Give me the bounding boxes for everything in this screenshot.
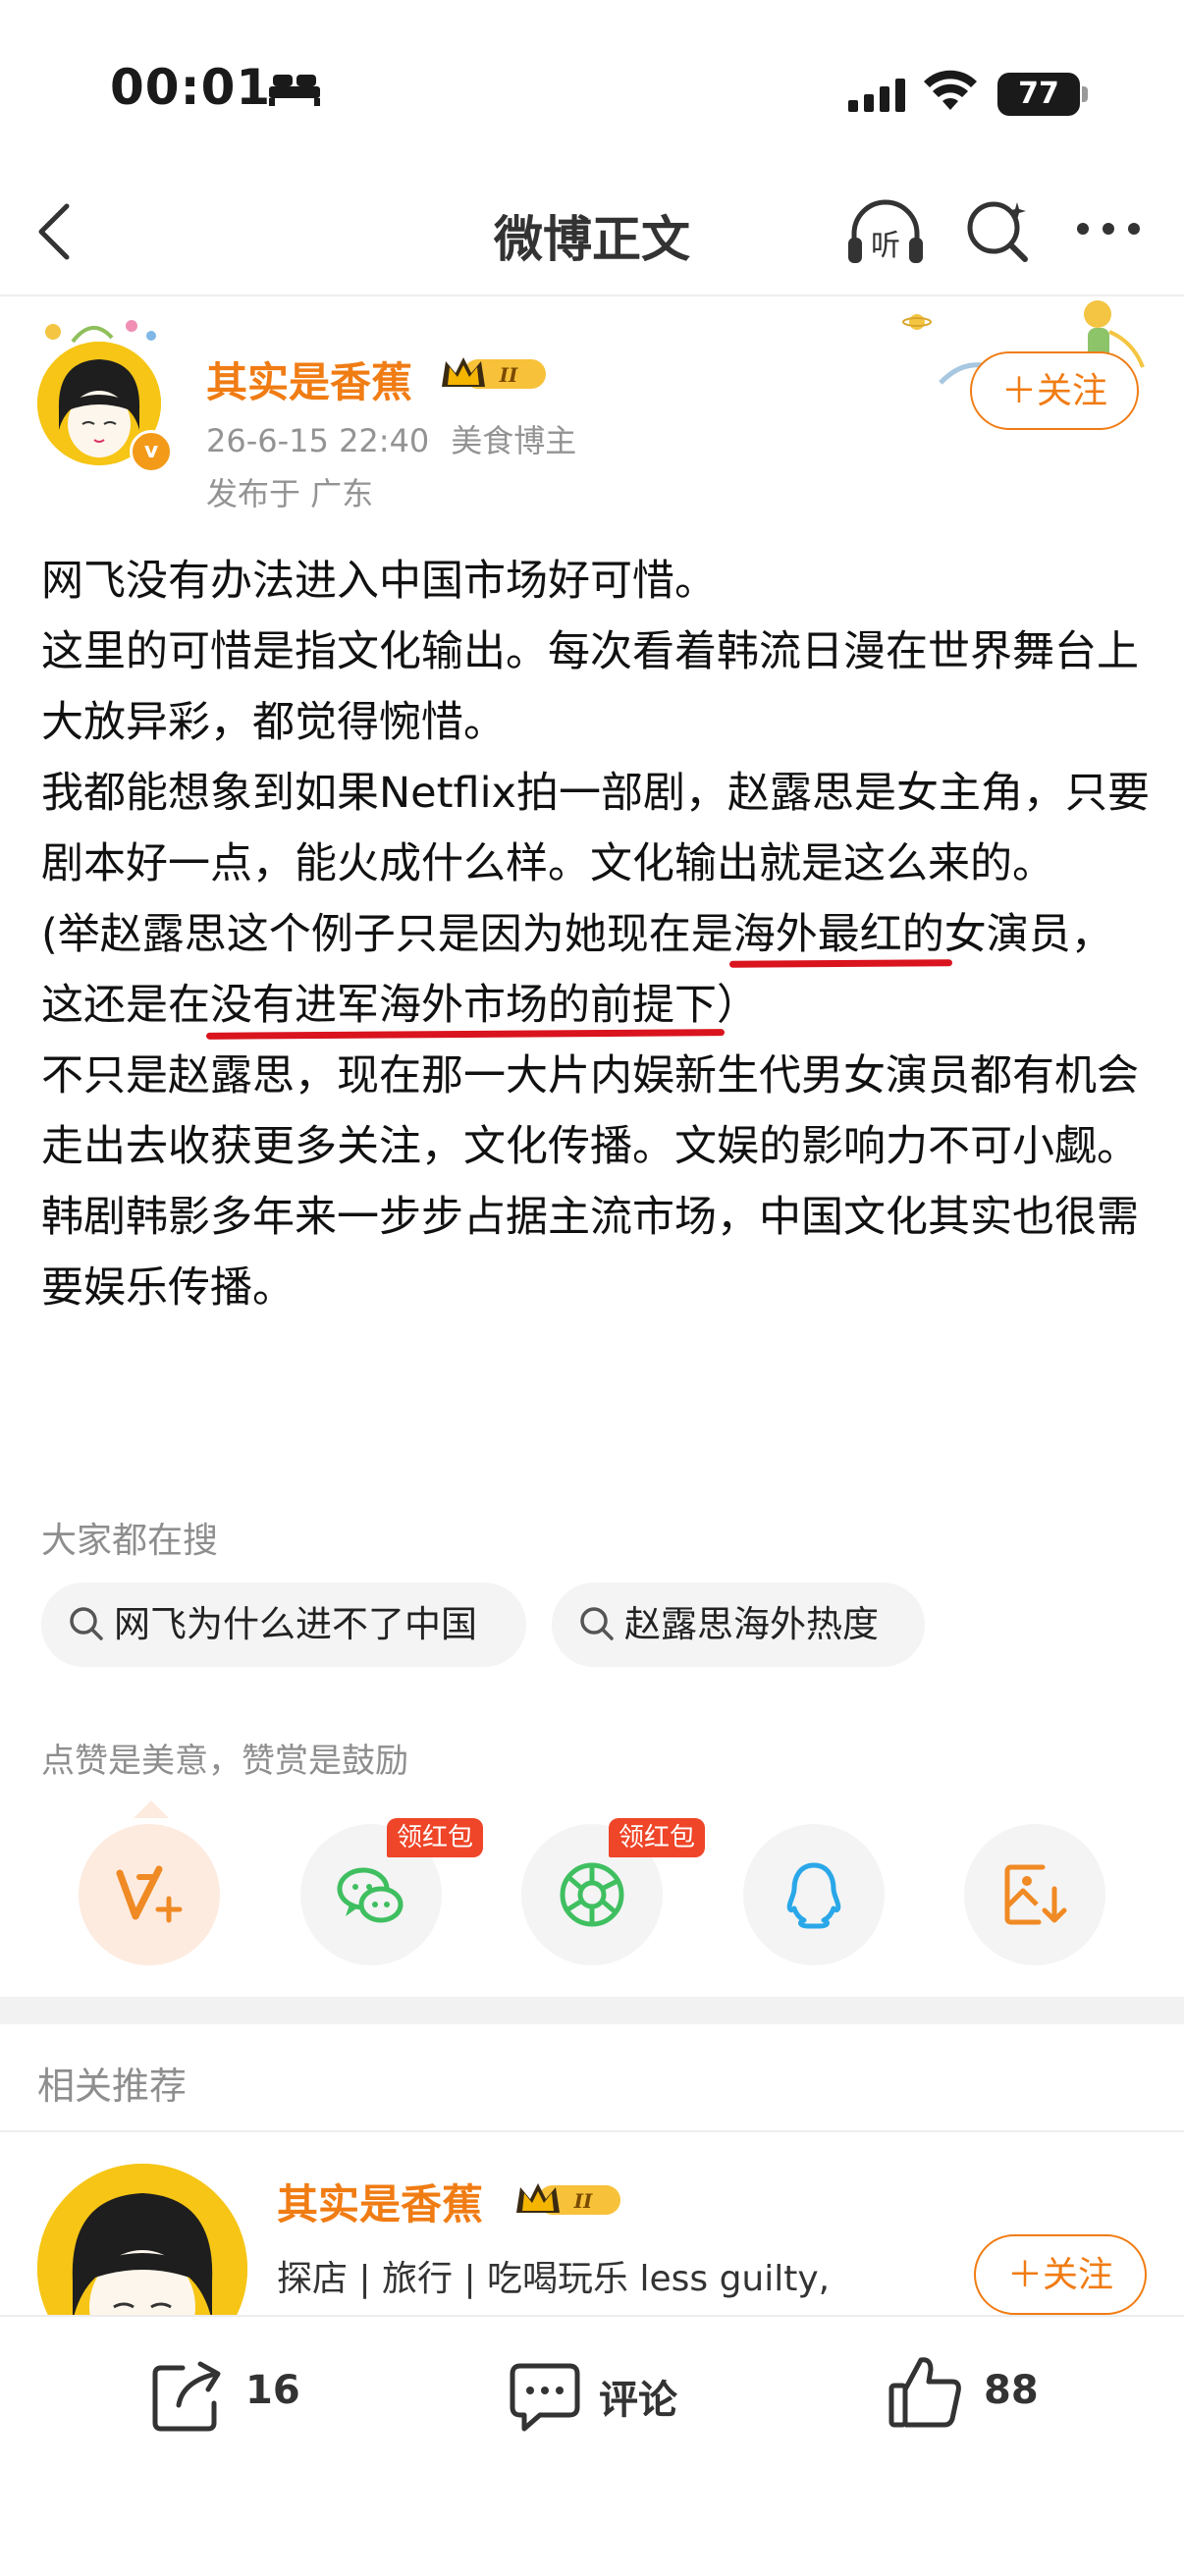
- post-meta: 26-6-15 22:40 美食博主: [206, 416, 598, 461]
- hot-search-pill[interactable]: 网飞为什么进不了中国: [41, 1583, 526, 1667]
- post-text: (举赵露思这个例子只是因为她现在是: [41, 910, 733, 959]
- post-paragraph: 网飞没有办法进入中国市场好可惜。: [41, 557, 717, 606]
- post-text: ）: [717, 981, 759, 1030]
- post-paragraph: 韩剧韩影多年来一步步占据主流市场，中国文化其实也很需要娱乐传播。: [41, 1193, 1139, 1313]
- related-user-name[interactable]: 其实是香蕉: [277, 2172, 483, 2231]
- battery-tip: [1082, 86, 1088, 102]
- hot-search-text: 赵露思海外热度: [624, 1603, 879, 1645]
- reward-encourage-label: 点赞是美意，赞赏是鼓励: [41, 1742, 408, 1781]
- comment-label[interactable]: 评论: [599, 2368, 677, 2425]
- tooltip-arrow: [134, 1800, 169, 1818]
- post-paragraph: 不只是赵露思，现在那一大片内娱新生代男女演员都有机会走出去收获更多关注，文化传播…: [41, 1051, 1139, 1171]
- svg-text:II: II: [573, 2189, 593, 2213]
- search-icon: [577, 1604, 617, 1643]
- author-role: 美食博主: [451, 422, 577, 459]
- post-paragraph-annotated: (举赵露思这个例子只是因为她现在是海外最红的女演员，这还是在没有进军海外市场的前…: [41, 899, 1151, 1041]
- comment-icon[interactable]: [507, 2360, 583, 2433]
- more-icon[interactable]: [1076, 222, 1141, 236]
- post-date: 26-6-15 22:40: [206, 422, 430, 459]
- verified-badge: v: [130, 430, 173, 473]
- related-section-title: 相关推荐: [37, 2065, 188, 2108]
- author-name[interactable]: 其实是香蕉: [206, 349, 412, 409]
- red-underline-highlight: 海外最红的: [732, 910, 944, 959]
- post-content: 网飞没有办法进入中国市场好可惜。 这里的可惜是指文化输出。每次看着韩流日漫在世界…: [41, 546, 1151, 1323]
- search-icon[interactable]: [964, 196, 1033, 265]
- wifi-icon: [923, 69, 978, 112]
- vip-crown-badge: II: [440, 351, 550, 395]
- related-divider: [0, 2130, 1184, 2132]
- like-icon[interactable]: [888, 2352, 964, 2431]
- v-plus-icon: [116, 1865, 183, 1923]
- related-user-description: 探店 | 旅行 | 吃喝玩乐 less guilty,: [277, 2259, 831, 2299]
- post-location: 发布于 广东: [206, 475, 374, 512]
- moments-icon: [560, 1862, 624, 1927]
- sleep-mode-icon: [267, 73, 322, 106]
- save-image-button[interactable]: [964, 1824, 1105, 1965]
- post-paragraph: 我都能想象到如果Netflix拍一部剧，赵露思是女主角，只要剧本好一点，能火成什…: [41, 769, 1150, 888]
- reward-button[interactable]: [79, 1824, 220, 1965]
- vip-crown-badge: II: [514, 2177, 624, 2221]
- wechat-icon: [337, 1867, 404, 1923]
- repost-count[interactable]: 16: [245, 2368, 300, 2413]
- battery-indicator: 77: [997, 73, 1080, 116]
- svg-text:听: 听: [871, 229, 900, 263]
- repost-icon[interactable]: [149, 2358, 226, 2433]
- hot-search-label: 大家都在搜: [41, 1521, 219, 1561]
- section-separator: [0, 1997, 1184, 2024]
- follow-button[interactable]: ＋关注: [970, 351, 1139, 430]
- like-count[interactable]: 88: [984, 2368, 1039, 2413]
- svg-text:II: II: [499, 363, 518, 387]
- red-packet-tag: 领红包: [609, 1818, 706, 1857]
- red-packet-tag: 领红包: [387, 1818, 484, 1857]
- hot-search-text: 网飞为什么进不了中国: [114, 1603, 477, 1645]
- cellular-signal-icon: [848, 79, 909, 112]
- listen-icon[interactable]: 听: [844, 194, 927, 271]
- share-qq-button[interactable]: [743, 1824, 885, 1965]
- post-paragraph: 这里的可惜是指文化输出。每次看着韩流日漫在世界舞台上大放异彩，都觉得惋惜。: [41, 627, 1139, 747]
- related-follow-button[interactable]: ＋关注: [974, 2234, 1147, 2315]
- search-icon: [67, 1604, 106, 1643]
- hot-search-pill[interactable]: 赵露思海外热度: [552, 1583, 925, 1667]
- save-image-icon: [1004, 1864, 1067, 1925]
- bottom-action-bar: [0, 2315, 1184, 2576]
- red-underline-highlight: 没有进军海外市场的前提下: [210, 981, 717, 1030]
- qq-icon: [786, 1862, 841, 1929]
- status-time: 00:01: [110, 59, 272, 116]
